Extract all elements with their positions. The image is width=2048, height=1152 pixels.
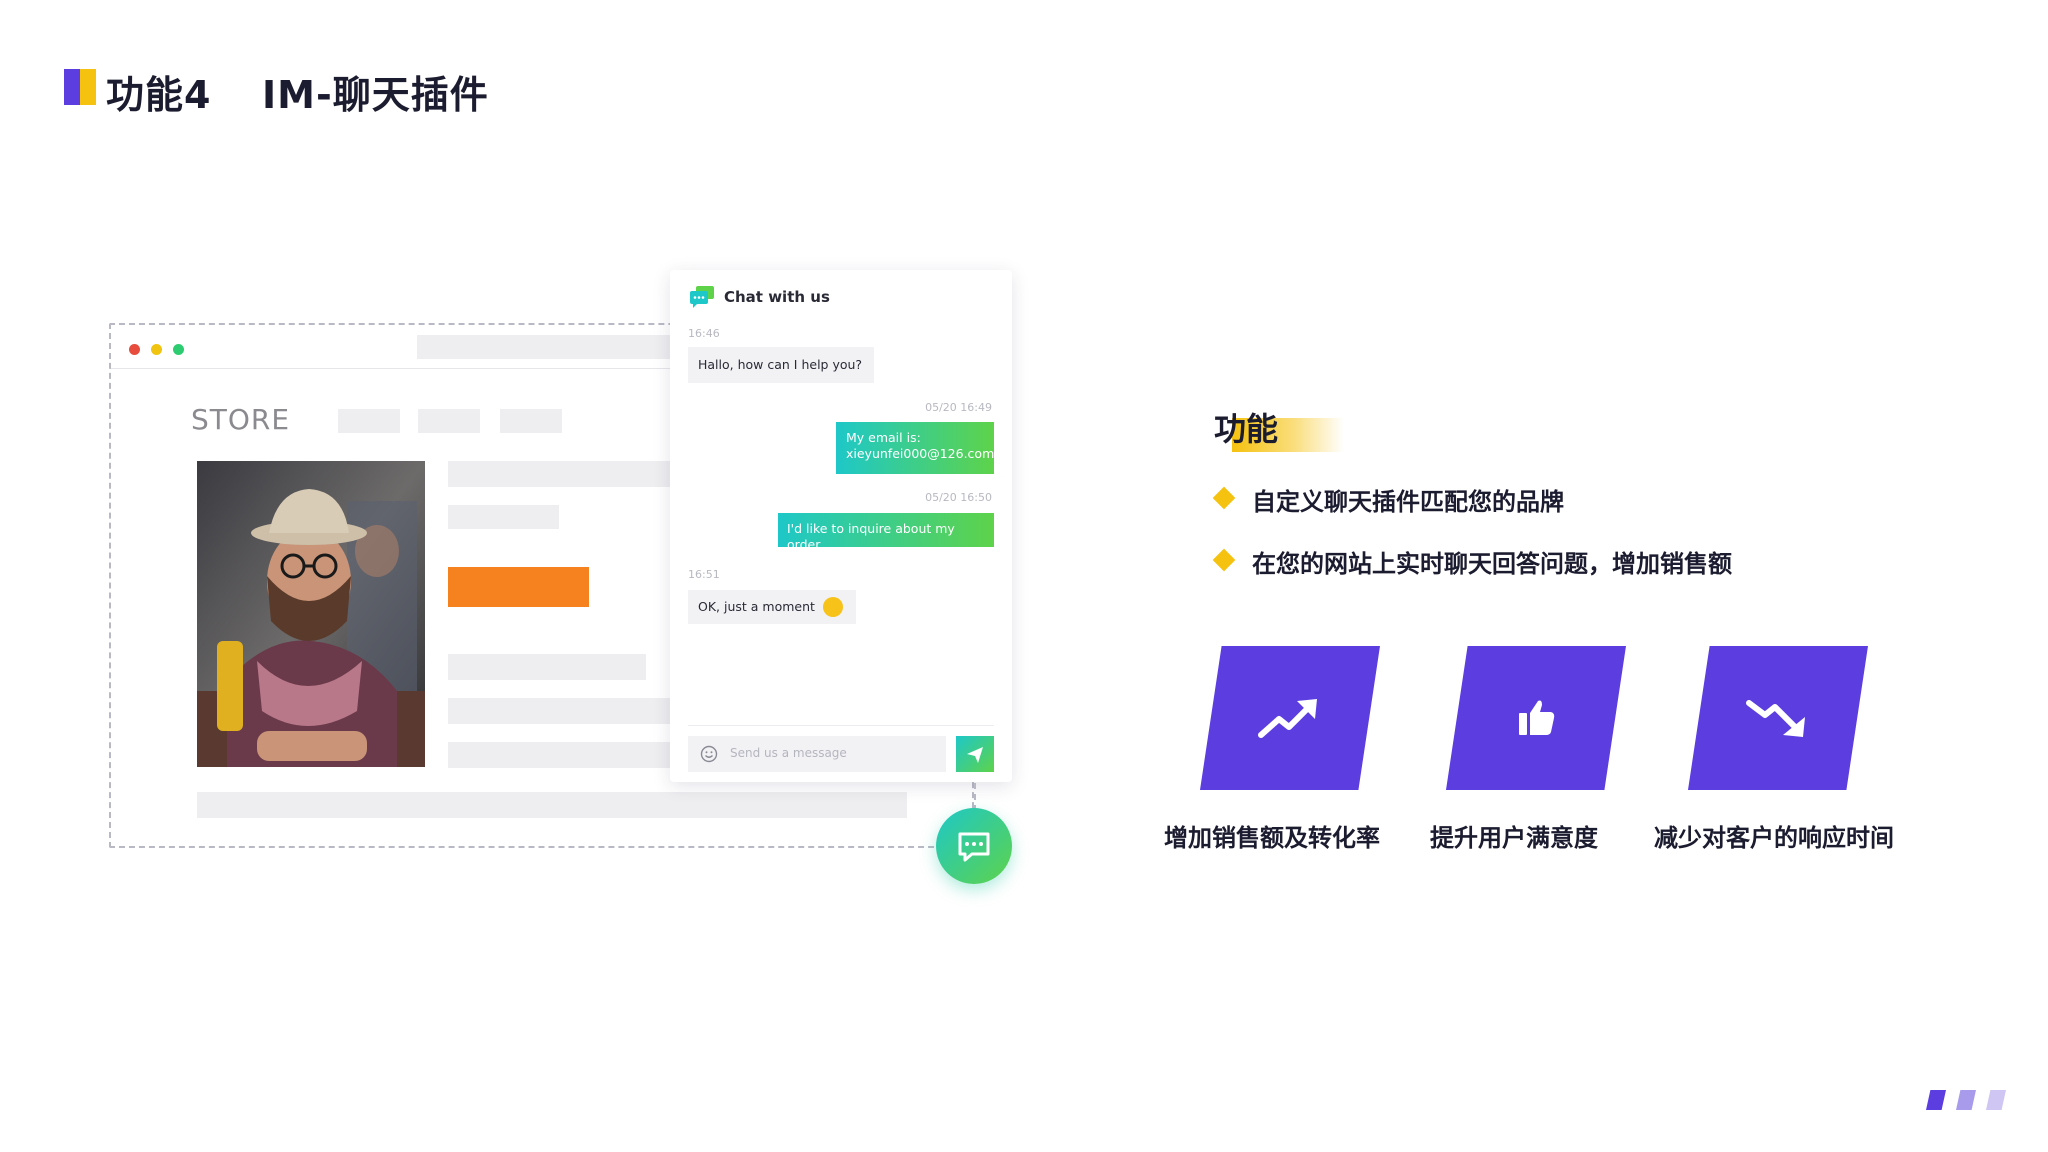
features-title: 功能 xyxy=(1214,410,1279,448)
send-button[interactable] xyxy=(956,736,994,772)
smiley-icon xyxy=(823,597,843,617)
content-placeholder-4 xyxy=(448,698,676,724)
chat-title: Chat with us xyxy=(724,288,830,306)
window-maximize-dot xyxy=(173,344,184,355)
benefit-card-response xyxy=(1688,646,1868,790)
page-decoration-mark xyxy=(1956,1090,1976,1110)
send-icon xyxy=(967,747,983,763)
title-mark-purple xyxy=(64,69,80,105)
user-message: I'd like to inquire about my order xyxy=(778,513,994,552)
agent-message: Hallo, how can I help you? xyxy=(688,347,874,383)
store-logo-text: STORE xyxy=(191,403,291,436)
chat-widget: Chat with us 16:46 Hallo, how can I help… xyxy=(670,270,1012,782)
benefit-label: 增加销售额及转化率 xyxy=(1164,824,1380,852)
nav-placeholder-2 xyxy=(418,409,480,433)
diamond-bullet-icon xyxy=(1212,548,1236,572)
feature-item: 在您的网站上实时聊天回答问题，增加销售额 xyxy=(1252,550,1732,578)
title-mark-yellow xyxy=(80,69,96,105)
message-input-placeholder: Send us a message xyxy=(730,746,847,760)
message-timestamp: 05/20 16:50 xyxy=(925,491,992,504)
nav-placeholder-3 xyxy=(500,409,562,433)
page-decoration-mark xyxy=(1926,1090,1946,1110)
message-timestamp: 16:51 xyxy=(688,568,720,581)
benefit-card-satisfaction xyxy=(1446,646,1626,790)
emoji-icon[interactable] xyxy=(700,745,718,763)
chat-launcher-button[interactable] xyxy=(936,808,1012,884)
nav-placeholder-1 xyxy=(338,409,400,433)
add-to-cart-button[interactable] xyxy=(448,567,589,607)
benefit-label: 提升用户满意度 xyxy=(1430,824,1598,852)
trend-down-icon xyxy=(1746,700,1805,737)
content-placeholder-3 xyxy=(448,654,646,680)
user-message-line: My email is: xyxy=(846,430,921,445)
content-placeholder-2 xyxy=(448,505,559,529)
footer-placeholder xyxy=(197,792,907,818)
thumbs-up-icon xyxy=(1519,700,1555,735)
feature-item: 自定义聊天插件匹配您的品牌 xyxy=(1252,488,1564,516)
chat-icon xyxy=(958,832,990,862)
message-timestamp: 05/20 16:49 xyxy=(925,401,992,414)
window-minimize-dot xyxy=(151,344,162,355)
user-message: My email is: xieyunfei000@126.com xyxy=(836,422,994,474)
benefit-label: 减少对客户的响应时间 xyxy=(1654,824,1894,852)
product-photo xyxy=(197,461,425,767)
address-bar-placeholder xyxy=(417,335,677,359)
message-input[interactable]: Send us a message xyxy=(688,736,946,772)
chat-bubble-icon xyxy=(690,286,714,308)
feature-number-label: 功能4 xyxy=(106,73,212,117)
benefit-card-sales xyxy=(1200,646,1380,790)
chat-divider xyxy=(688,725,994,726)
page-title: IM-聊天插件 xyxy=(262,73,489,117)
title-accent-mark xyxy=(64,69,96,105)
content-placeholder-1 xyxy=(448,461,676,487)
page-decoration-mark xyxy=(1986,1090,2006,1110)
window-close-dot xyxy=(129,344,140,355)
message-timestamp: 16:46 xyxy=(688,327,720,340)
user-message-line: xieyunfei000@126.com xyxy=(846,446,995,461)
content-placeholder-5 xyxy=(448,742,676,768)
diamond-bullet-icon xyxy=(1212,486,1236,510)
chat-connector-line xyxy=(974,783,976,811)
trend-up-icon xyxy=(1258,699,1317,738)
